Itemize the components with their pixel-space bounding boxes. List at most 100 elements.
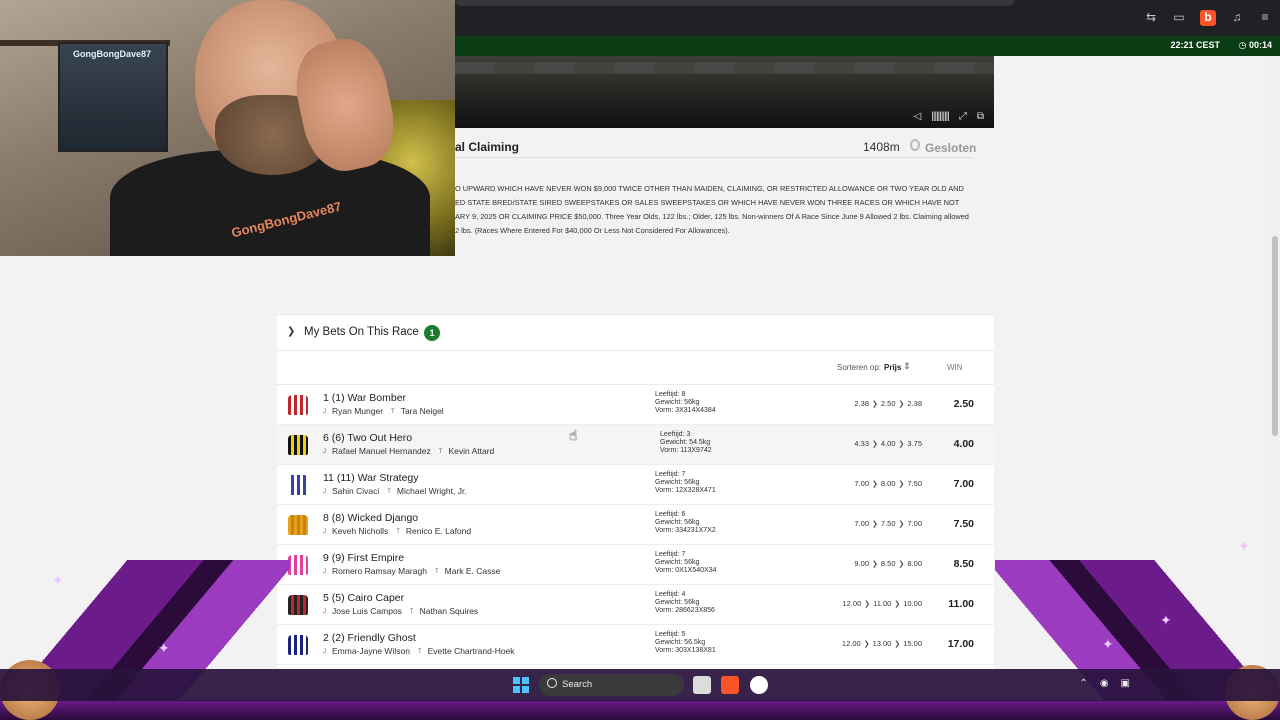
win-odds-button[interactable]: 11.00 (948, 598, 974, 610)
jockey-name: Jose Luis Campos (332, 606, 402, 616)
sort-select[interactable]: Prijs (884, 363, 901, 372)
odds-history: 12.00 ❯ 13.00 ❯ 15.00 (842, 639, 922, 648)
runner-age: Leeftijd: 8 (655, 391, 686, 398)
race-title: al Claiming (455, 140, 520, 154)
jockey-tag: J (323, 609, 326, 615)
browser-tab[interactable] (455, 0, 1015, 6)
chevron-up-icon[interactable]: ⌃ (1079, 678, 1087, 689)
runner-row[interactable]: 6 (6) Two Out Hero J Rafael Manuel Hernan… (277, 425, 994, 465)
runner-row[interactable]: 9 (9) First Empire J Romero Ramsay Maragh… (277, 545, 994, 585)
runner-row[interactable]: 1 (1) War Bomber J Ryan Munger T Tara Neige… (277, 385, 994, 425)
stream-frame-bottom (0, 700, 1280, 720)
runner-row[interactable]: 5 (5) Cairo Caper J Jose Luis Campos T Nath… (277, 585, 994, 625)
runner-weight: Gewicht: 56kg (655, 399, 700, 406)
jockey-trainer: J Sahin Civaci T Michael Wright, Jr. (323, 486, 467, 496)
runner-stats: Leeftijd: 7 Gewicht: 56kg Vorm: 0X1X540X34 (655, 551, 717, 575)
sparkle-icon: ✦ (1160, 612, 1172, 628)
trainer-name: Mark E. Casse (444, 566, 501, 576)
odds-history-2: 8.00 (880, 479, 896, 488)
chevron-right-icon: ❯ (872, 561, 878, 568)
search-label: Search (562, 679, 593, 690)
chevron-right-icon: ❯ (872, 521, 878, 528)
chevron-right-icon: ❯ (898, 561, 905, 568)
odds-history-2: 7.50 (880, 519, 896, 528)
chevron-right-icon: ❯ (863, 641, 870, 648)
odds-history-3: 15.00 (903, 639, 922, 648)
card-header-strip (277, 279, 994, 315)
media-icon[interactable]: ♫ (1230, 10, 1244, 24)
volume-icon[interactable]: ◁ (914, 111, 922, 122)
odds-history-2: 13.00 (872, 639, 892, 648)
brave-browser-icon[interactable] (721, 676, 739, 694)
runner-stats: Leeftijd: 4 Gewicht: 56kg Vorm: 286623X856 (655, 591, 715, 615)
win-odds-button[interactable]: 7.00 (954, 478, 974, 490)
popout-icon[interactable]: ⧉ (977, 111, 984, 122)
odds-history: 9.00 ❯ 8.50 ❯ 8.00 (854, 559, 922, 568)
jockey-name: Keveh Nicholls (332, 526, 389, 536)
win-odds-button[interactable]: 4.00 (954, 438, 974, 450)
trainer-tag: T (417, 649, 422, 655)
runner-name: 8 (8) Wicked Django (323, 512, 419, 524)
odds-history-3: 7.50 (907, 479, 922, 488)
win-odds-button[interactable]: 7.50 (954, 518, 974, 530)
jockey-silk-icon (288, 595, 308, 615)
fullscreen-icon[interactable]: ⤢ (959, 111, 967, 122)
sparkle-icon: ✦ (158, 640, 170, 656)
trainer-tag: T (434, 569, 439, 575)
brave-shield-icon[interactable]: b (1200, 10, 1216, 26)
menu-icon[interactable]: ≡ (1258, 10, 1272, 24)
runner-name: 1 (1) War Bomber (323, 392, 407, 404)
taskbar-search[interactable]: Search (539, 674, 684, 696)
trainer-tag: T (387, 489, 391, 495)
jockey-silk-icon (288, 395, 308, 415)
runner-row[interactable]: 8 (8) Wicked Django J Keveh Nicholls T Reni… (277, 505, 994, 545)
race-video-player[interactable]: ◁ ||||||||||| ⤢ ⧉ (455, 56, 994, 128)
cast-icon[interactable]: ▭ (1172, 10, 1186, 24)
runner-stats: Leeftijd: 5 Gewicht: 56.5kg Vorm: 303X138X… (655, 631, 716, 655)
race-info-panel: al Claiming 1408m Gesloten O UPWARD WHIC… (455, 128, 994, 278)
search-icon (547, 678, 557, 688)
jockey-silk-icon (288, 475, 308, 495)
app-icon[interactable] (750, 676, 768, 694)
jockey-silk-icon (288, 635, 308, 655)
odds-history: 7.00 ❯ 8.00 ❯ 7.50 (854, 479, 922, 488)
file-explorer-icon[interactable] (693, 676, 711, 694)
discord-icon[interactable]: ◉ (1100, 678, 1109, 689)
odds-history-1: 2.38 (854, 399, 870, 408)
tray-app-icon[interactable]: ▣ (1121, 678, 1130, 689)
runner-row[interactable]: 11 (11) War Strategy J Sahin Civaci T Micha… (277, 465, 994, 505)
runner-weight: Gewicht: 56kg (655, 599, 700, 606)
jockey-tag: J (323, 649, 326, 655)
trainer-name: Renico E. Lafond (405, 526, 472, 536)
jockey-trainer: J Emma-Jayne Wilson T Evette Chartrand-Hoek (323, 646, 515, 656)
race-distance: 1408m (863, 140, 900, 154)
sparkle-icon: ✦ (52, 572, 64, 588)
volume-slider[interactable]: ||||||||||| (931, 111, 950, 122)
runner-list: 1 (1) War Bomber J Ryan Munger T Tara Neige… (277, 385, 994, 665)
runner-row[interactable]: 2 (2) Friendly Ghost J Emma-Jayne Wilson T… (277, 625, 994, 665)
win-odds-button[interactable]: 17.00 (948, 638, 974, 650)
win-odds-button[interactable]: 2.50 (954, 398, 974, 410)
runner-name: 11 (11) War Strategy (323, 472, 419, 484)
runner-weight: Gewicht: 56kg (655, 479, 700, 486)
win-odds-button[interactable]: 8.50 (954, 558, 974, 570)
chevron-right-icon: ❯ (898, 521, 905, 528)
runner-stats: Leeftijd: 7 Gewicht: 56kg Vorm: 12X328X471 (655, 471, 716, 495)
jockey-tag: J (323, 529, 326, 535)
odds-history-3: 8.00 (907, 559, 922, 568)
my-bets-toggle[interactable]: ❯ My Bets On This Race 1 (277, 315, 994, 351)
my-bets-count-badge: 1 (424, 325, 440, 341)
translate-icon[interactable]: ⇆ (1144, 10, 1158, 24)
odds-history: 2.38 ❯ 2.50 ❯ 2.38 (854, 399, 922, 408)
windows-start-icon[interactable] (513, 677, 529, 693)
runner-form: Vorm: 303X138X81 (655, 647, 716, 654)
odds-history-1: 12.00 (841, 639, 861, 648)
odds-history-1: 9.00 (854, 559, 870, 568)
sparkle-icon: ✦ (1238, 538, 1250, 554)
runner-form: Vorm: 12X328X471 (655, 487, 716, 494)
jockey-trainer: J Ryan Munger T Tara Neigel (323, 406, 444, 416)
odds-history-2: 2.50 (880, 399, 896, 408)
chevron-right-icon: ❯ (898, 441, 905, 448)
sort-arrows-icon[interactable]: ⇕ (903, 361, 911, 372)
scrollbar-thumb[interactable] (1272, 236, 1278, 436)
